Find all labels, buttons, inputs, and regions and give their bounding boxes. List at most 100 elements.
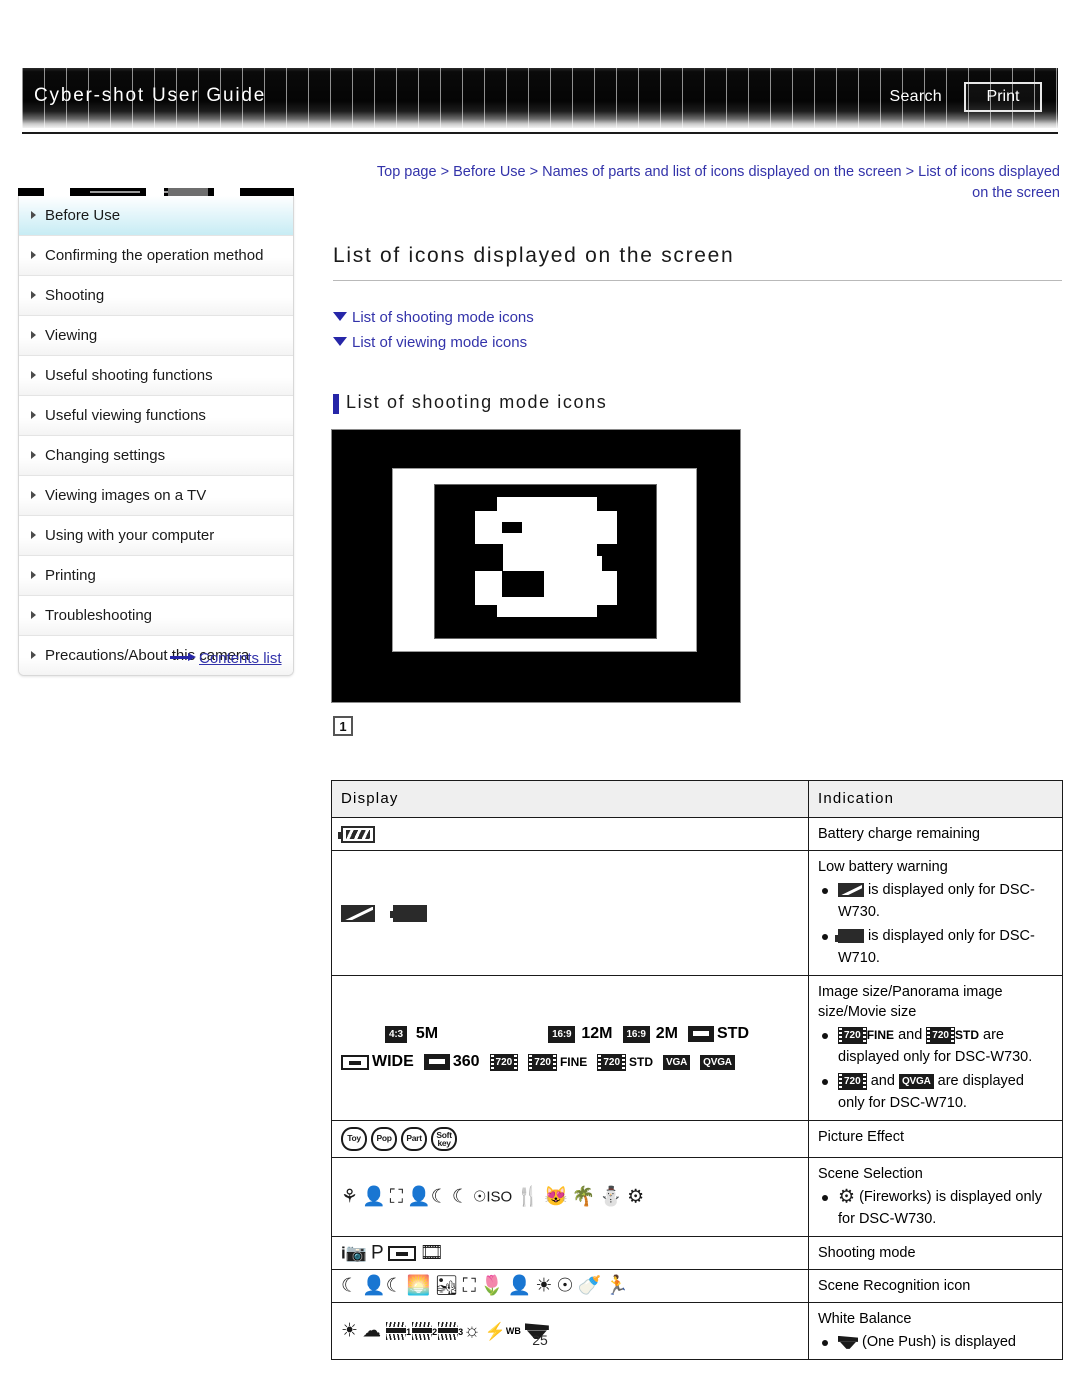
sidebar-item-troubleshooting[interactable]: Troubleshooting xyxy=(19,596,293,636)
and-text: and xyxy=(898,1027,923,1043)
backlight-portrait-icon: 🏜 xyxy=(434,1275,459,1297)
app-header-banner: Cyber-shot User Guide Search Print xyxy=(22,68,1058,128)
movie-720-icon: 720 xyxy=(489,1053,519,1071)
tripod-icon: ☉ xyxy=(556,1275,574,1297)
display-cell-scene-recognition: ☾ 👤☾ 🌅 🏜 ⛶ 🌷 👤️ ☀ ☉ 🍼 🏃 xyxy=(331,1269,809,1304)
bullet-text: is displayed only for DSC-W730. xyxy=(838,882,1035,920)
page-title: List of icons displayed on the screen xyxy=(333,244,735,267)
std-label: STD xyxy=(629,1055,654,1070)
size-2m-label: 2M xyxy=(655,1025,678,1043)
indication-title: Picture Effect xyxy=(818,1129,904,1146)
snow-icon: ⛄ xyxy=(599,1186,624,1208)
indication-bullet-list: 720 FINE and 720 STD are displayed only fo… xyxy=(818,1024,1053,1114)
chevron-right-icon xyxy=(31,291,36,299)
triangle-down-icon xyxy=(333,312,347,321)
soft-skin-icon: ⚘ xyxy=(341,1186,359,1208)
figure-callout-number: 1 xyxy=(333,716,353,736)
night-portrait-icon: 👤☾ xyxy=(362,1275,403,1297)
and-text: and xyxy=(870,1073,895,1090)
indication-title: White Balance xyxy=(818,1311,912,1328)
indication-cell-image-size: Image size/Panorama image size/Movie siz… xyxy=(808,974,1063,1122)
sidebar-item-before-use[interactable]: Before Use xyxy=(19,196,293,236)
battery-full-icon xyxy=(338,825,375,843)
sidebar-item-changing-settings[interactable]: Changing settings xyxy=(19,436,293,476)
chevron-right-icon xyxy=(31,251,36,259)
table-row: i📷 P 🎞 Shooting mode xyxy=(331,1236,1063,1271)
indication-title: Battery charge remaining xyxy=(818,826,980,842)
aspect-4-3-badge-icon: 4:3 xyxy=(384,1025,407,1043)
device-label: DSC-W710. xyxy=(889,1095,967,1112)
indication-cell-shooting-mode: Shooting mode xyxy=(808,1236,1063,1271)
list-item: 720 and QVGA are displayed only for DSC-… xyxy=(818,1070,1053,1114)
program-auto-p-icon: P xyxy=(370,1242,384,1264)
display-cell-battery-full xyxy=(331,817,809,851)
backlight-icon: 🌅 xyxy=(406,1275,431,1297)
macro-icon: 🌷 xyxy=(480,1275,504,1297)
indication-cell-scene-recognition: Scene Recognition icon xyxy=(808,1269,1063,1304)
sidebar-item-label: Viewing xyxy=(45,327,98,344)
sidebar-item-confirming-operation-method[interactable]: Confirming the operation method xyxy=(19,236,293,276)
jump-link-shooting-mode-icons[interactable]: List of shooting mode icons xyxy=(333,305,534,330)
table-row: 4:3 5M 16:9 12M 16:9 2M STD WIDE 360 720 72… xyxy=(331,974,1063,1122)
panorama-mode-icon xyxy=(387,1245,416,1261)
chevron-right-icon xyxy=(31,651,36,659)
list-item: is displayed only for DSC-W730. xyxy=(818,879,1053,923)
sidebar-item-viewing[interactable]: Viewing xyxy=(19,316,293,356)
column-header-display: Display xyxy=(331,780,809,818)
fine-label: FINE xyxy=(559,1055,588,1070)
device-label: DSC-W730. xyxy=(954,1049,1033,1066)
battery-empty-icon xyxy=(390,904,428,922)
contents-list-label: Contents list xyxy=(199,650,282,667)
chevron-right-icon xyxy=(31,211,36,219)
movie-720-std-icon: 720 xyxy=(926,1026,955,1044)
wide-label: WIDE xyxy=(372,1053,414,1071)
sidebar-item-using-with-your-computer[interactable]: Using with your computer xyxy=(19,516,293,556)
key-label: key xyxy=(437,1138,451,1149)
picture-effect-pop-icon: Pop xyxy=(371,1127,398,1152)
contents-list-link[interactable]: Contents list xyxy=(170,650,282,667)
indication-title: Scene Selection xyxy=(818,1166,923,1183)
sidebar-item-shooting[interactable]: Shooting xyxy=(19,276,293,316)
panorama-wide-icon xyxy=(341,1054,369,1070)
sidebar-item-label: Using with your computer xyxy=(45,527,215,544)
bullet-text: are displayed xyxy=(937,1073,1024,1090)
movie-mode-icon: 🎞 xyxy=(419,1242,444,1264)
picture-effect-toy-icon: Toy xyxy=(341,1127,367,1152)
sidebar-item-printing[interactable]: Printing xyxy=(19,556,293,596)
sidebar-item-useful-shooting-functions[interactable]: Useful shooting functions xyxy=(19,356,293,396)
sidebar-item-label: Useful viewing functions xyxy=(45,407,206,424)
size-360-label: 360 xyxy=(452,1053,480,1071)
bullet-text: is displayed only for DSC-W710. xyxy=(838,928,1035,966)
night-scene-icon: ☾ xyxy=(451,1186,469,1208)
sidebar-item-label: Changing settings xyxy=(45,447,166,464)
portrait-icon: 👤️ xyxy=(507,1275,532,1297)
display-cell-low-battery xyxy=(331,850,809,976)
breadcrumb[interactable]: Top page > Before Use > Names of parts a… xyxy=(360,162,1060,204)
sidebar-list: Before Use Confirming the operation meth… xyxy=(18,196,294,676)
jump-link-label: List of shooting mode icons xyxy=(352,309,534,326)
aspect-16-9-badge-icon: 16:9 xyxy=(548,1025,576,1043)
chevron-right-icon xyxy=(31,411,36,419)
panorama-std-icon xyxy=(688,1026,714,1043)
app-title: Cyber-shot User Guide xyxy=(34,85,267,106)
fireworks-icon: ⚙ xyxy=(838,1186,856,1208)
sidebar-item-viewing-images-on-a-tv[interactable]: Viewing images on a TV xyxy=(19,476,293,516)
chevron-right-icon xyxy=(31,611,36,619)
sidebar-item-useful-viewing-functions[interactable]: Useful viewing functions xyxy=(19,396,293,436)
sidebar-item-label: Printing xyxy=(45,567,96,584)
std-label: STD xyxy=(954,1028,979,1043)
sidebar-item-label: Shooting xyxy=(45,287,105,304)
only-for-text: only for xyxy=(838,1095,886,1112)
pet-icon: 😻 xyxy=(543,1186,568,1208)
print-button[interactable]: Print xyxy=(964,82,1042,112)
list-item: is displayed only for DSC-W710. xyxy=(818,925,1053,969)
chevron-right-icon xyxy=(31,371,36,379)
baby-icon: 🍼 xyxy=(577,1275,602,1297)
figure-inner-black-panel xyxy=(434,484,657,639)
jump-link-viewing-mode-icons[interactable]: List of viewing mode icons xyxy=(333,330,534,355)
table-header-row: Display Indication xyxy=(331,780,1063,818)
figure-white-frame xyxy=(392,468,697,652)
indication-cell-low-battery-warning: Low battery warning is displayed only fo… xyxy=(808,850,1063,976)
landscape-icon: ⛶ xyxy=(462,1275,476,1297)
search-button[interactable]: Search xyxy=(890,88,943,106)
